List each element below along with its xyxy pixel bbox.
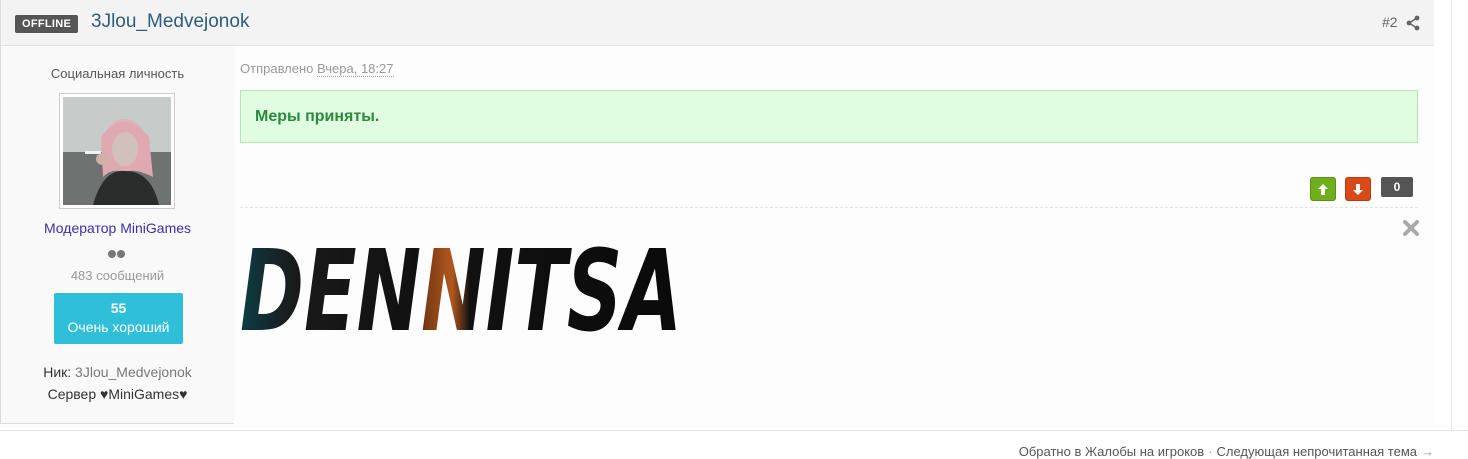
author-link[interactable]: 3Jlou_Medvejonok: [91, 11, 249, 33]
nick-value: 3Jlou_Medvejonok: [75, 364, 192, 380]
next-unread-link[interactable]: Следующая непрочитанная тема: [1217, 444, 1417, 459]
vote-count: 0: [1381, 177, 1413, 197]
reputation-label: Очень хороший: [67, 319, 170, 335]
post-number-link[interactable]: #2: [1382, 14, 1398, 30]
reputation-badge[interactable]: 55 Очень хороший: [54, 293, 183, 344]
avatar[interactable]: [63, 97, 171, 205]
sent-date: Вчера, 18:27: [317, 61, 394, 77]
sent-label: Отправлено: [240, 61, 314, 76]
rank-pip: [117, 250, 125, 258]
footer-separator: ·: [1208, 444, 1213, 459]
arrow-up-icon: [1318, 183, 1328, 195]
reputation-value: 55: [110, 300, 127, 316]
avatar-image: [63, 97, 171, 205]
sent-line: Отправлено Вчера, 18:27: [240, 61, 394, 77]
signature-image: DENNITSA: [240, 227, 682, 339]
user-group: Модератор MiniGames: [43, 220, 192, 236]
server-line: Сервер ♥MiniGames♥: [47, 386, 188, 402]
page-edge: [1451, 0, 1452, 430]
message-text: Меры приняты.: [255, 108, 380, 125]
vote-up-button[interactable]: [1310, 177, 1336, 201]
posts-count: 483 сообщений: [70, 268, 165, 283]
nick-label: Ник:: [43, 364, 72, 380]
author-info: Социальная личность Модератор MiniGames …: [1, 46, 234, 424]
close-icon[interactable]: [1402, 219, 1420, 237]
footer-divider: [0, 430, 1468, 431]
author-title: Социальная личность: [50, 66, 185, 81]
message-box: Меры приняты.: [240, 90, 1418, 143]
vote-down-button[interactable]: [1345, 177, 1371, 201]
arrow-down-icon: [1353, 183, 1363, 195]
forum-post: OFFLINE 3Jlou_Medvejonok #2 Социальная л…: [0, 0, 1434, 424]
post-content: Отправлено Вчера, 18:27 Меры приняты. 0: [234, 46, 1434, 424]
arrow-right-icon: →: [1421, 444, 1434, 459]
rank-pip: [108, 250, 116, 258]
rank-pips: [108, 245, 126, 263]
signature-text: DENNITSA: [240, 227, 682, 339]
share-icon[interactable]: [1405, 15, 1421, 31]
footer-nav: Обратно в Жалобы на игроков · Следующая не…: [1019, 444, 1438, 459]
avatar-frame[interactable]: [59, 93, 175, 209]
signature-divider: [240, 207, 1418, 208]
post-header: OFFLINE 3Jlou_Medvejonok #2: [1, 0, 1434, 46]
nick-line: Ник: 3Jlou_Medvejonok: [1, 364, 234, 380]
status-badge: OFFLINE: [15, 15, 79, 33]
back-to-forum-link[interactable]: Обратно в Жалобы на игроков: [1019, 444, 1204, 459]
